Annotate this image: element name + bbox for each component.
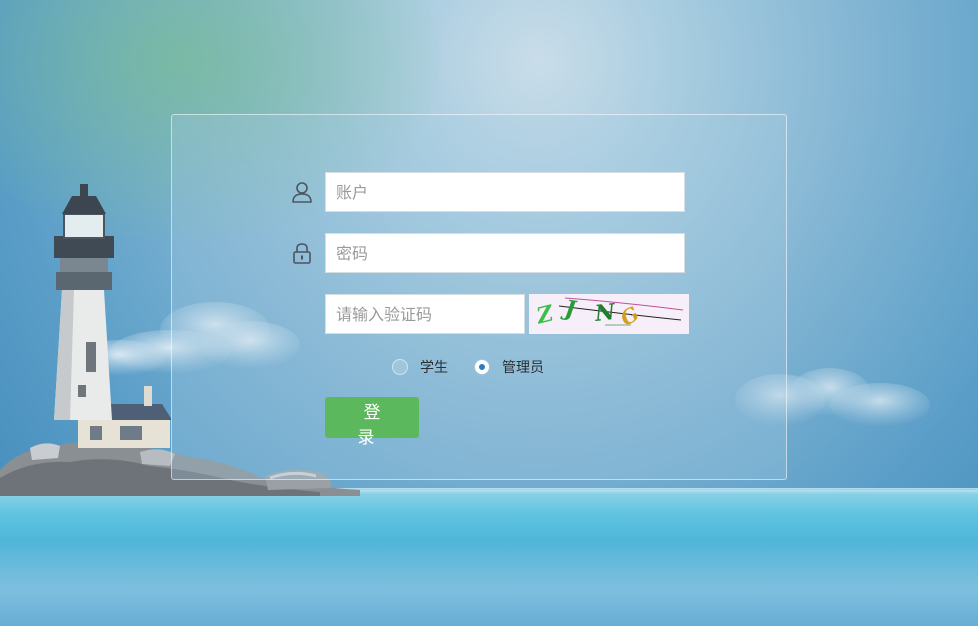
- student-label[interactable]: 学生: [420, 357, 448, 377]
- role-selector: 学生 管理员: [390, 356, 568, 378]
- admin-radio[interactable]: [474, 359, 490, 375]
- captcha-input[interactable]: [325, 294, 525, 334]
- user-icon: [290, 180, 314, 204]
- radio-dot: [479, 364, 485, 370]
- captcha-char: N: [593, 299, 617, 327]
- login-button[interactable]: 登 录: [325, 397, 419, 448]
- lock-icon: [290, 241, 314, 265]
- account-input[interactable]: [325, 172, 685, 212]
- password-row: [290, 233, 685, 273]
- captcha-image[interactable]: Z J N G: [529, 294, 689, 334]
- admin-label[interactable]: 管理员: [502, 357, 544, 377]
- password-input[interactable]: [325, 233, 685, 273]
- account-row: [290, 172, 685, 212]
- background: Z J N G 学生 管理员 登 录: [0, 0, 978, 626]
- student-radio[interactable]: [392, 359, 408, 375]
